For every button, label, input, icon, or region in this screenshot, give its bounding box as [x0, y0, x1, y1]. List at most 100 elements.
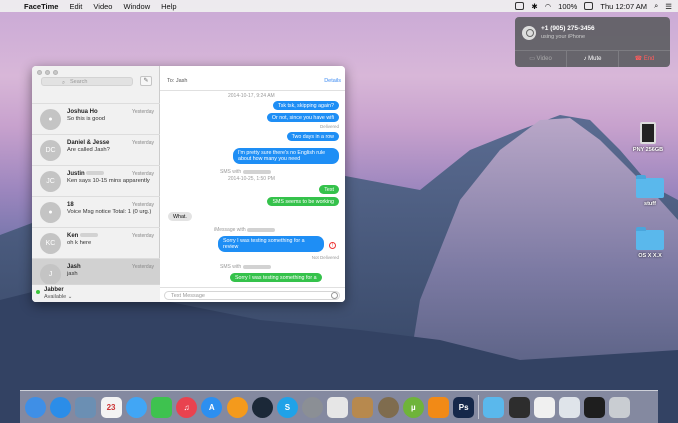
header-divider — [160, 90, 345, 91]
video-button[interactable]: ▭ Video — [515, 51, 567, 67]
timestamp: 2014-10-17, 9:24 AM — [228, 93, 275, 99]
contact-name: Justin — [67, 171, 105, 177]
dock-system-preferences-icon[interactable] — [302, 396, 324, 418]
close-window-button[interactable] — [37, 70, 42, 75]
menu-edit[interactable]: Edit — [69, 2, 82, 11]
dock-app-store-icon[interactable]: A — [201, 396, 223, 418]
imessage-with-label: iMessage with — [214, 227, 276, 233]
contact-name: Ken — [67, 233, 99, 239]
menu-window[interactable]: Window — [123, 2, 150, 11]
clock[interactable]: Thu 12:07 AM — [600, 2, 647, 11]
avatar: JC — [40, 171, 61, 192]
dock-trash-icon[interactable] — [609, 396, 631, 418]
menu-video[interactable]: Video — [93, 2, 112, 11]
list-item-partial[interactable] — [32, 88, 160, 104]
dock-downloads-folder-icon[interactable] — [483, 396, 505, 418]
avatar: DC — [40, 140, 61, 161]
timestamp: 2014-10-25, 1:50 PM — [228, 176, 275, 182]
avatar: KC — [40, 233, 61, 254]
desktop-item-pny[interactable]: PNY 256GB — [626, 122, 670, 153]
dock-itunes-icon[interactable]: ♫ — [176, 396, 198, 418]
not-delivered-warning-icon[interactable]: ! — [329, 242, 336, 249]
dock-preview-doc-icon[interactable] — [533, 396, 555, 418]
folder-icon — [636, 227, 664, 250]
list-item[interactable]: ● Joshua Ho Yesterday So this is good — [32, 104, 160, 135]
dock-finder-icon[interactable] — [25, 396, 46, 418]
list-item[interactable]: JC Justin Yesterday Ken says 10-15 mins … — [32, 166, 160, 197]
dock-calendar-icon[interactable]: 23 — [100, 396, 122, 418]
message-bubble-sent-sms: Test — [319, 185, 339, 195]
desktop-item-stuff[interactable]: stuff — [628, 175, 672, 207]
dock-cardhop-icon[interactable] — [352, 396, 374, 418]
dock-photos-icon[interactable] — [377, 396, 399, 418]
search-input[interactable]: ⌕ Search — [41, 77, 133, 86]
message-bubble-sent: Or not, since you have wifi — [266, 113, 339, 123]
sd-card-icon — [640, 122, 656, 144]
account-status[interactable]: Jabber Available ⌄ — [32, 284, 160, 302]
dock-ibooks-icon[interactable] — [226, 396, 248, 418]
details-button[interactable]: Details — [324, 78, 341, 84]
spotlight-icon[interactable]: ⌕ — [654, 1, 658, 11]
notification-center-icon[interactable]: ☰ — [665, 2, 672, 11]
end-call-button[interactable]: ☎ End — [619, 51, 670, 67]
phone-hangup-icon: ☎ — [634, 56, 644, 62]
message-bubble-sent: Two days in a row — [286, 132, 339, 142]
notification-actions: ▭ Video ♪ Mute ☎ End — [515, 50, 670, 67]
list-item[interactable]: DC Daniel & Jesse Yesterday Are called J… — [32, 135, 160, 166]
avatar: ● — [40, 202, 61, 223]
conversation-list: ● Joshua Ho Yesterday So this is good DC… — [32, 88, 160, 290]
messages-window: ⌕ Search ✎ ● Joshua Ho Yesterday So this… — [32, 66, 345, 302]
dock-steam-icon[interactable] — [251, 396, 273, 418]
dock-utorrent-icon[interactable]: µ — [402, 396, 424, 418]
minimize-window-button[interactable] — [45, 70, 50, 75]
dock-separator — [478, 395, 480, 419]
dock-messages-icon[interactable] — [125, 396, 147, 418]
recipient-field[interactable]: To: Jash — [167, 78, 188, 84]
caller-avatar-icon — [522, 26, 536, 40]
avatar: J — [40, 264, 61, 285]
dock-photoshop-icon[interactable]: Ps — [453, 396, 475, 418]
menu-app-name[interactable]: FaceTime — [24, 2, 58, 11]
sms-with-label: SMS with — [220, 169, 271, 175]
bluetooth-icon[interactable]: ✱ — [531, 2, 537, 11]
message-bubble-received: What. — [168, 212, 192, 222]
status-select[interactable]: Available ⌄ — [44, 294, 72, 300]
facetime-call-notification[interactable]: +1 (905) 275-3456 using your iPhone ▭ Vi… — [515, 17, 670, 67]
dock-safari-icon[interactable] — [50, 396, 72, 418]
cloud-icon[interactable] — [515, 2, 525, 10]
search-icon: ⌕ — [62, 80, 66, 86]
dock-textedit-icon[interactable] — [327, 396, 349, 418]
mute-button[interactable]: ♪ Mute — [567, 51, 619, 67]
dock-screenshots-icon[interactable] — [558, 396, 580, 418]
dock-preview-icon[interactable] — [75, 396, 97, 418]
dock-facetime-icon[interactable] — [150, 396, 172, 418]
dock-vlc-icon[interactable] — [428, 396, 449, 418]
battery-icon[interactable] — [584, 2, 594, 10]
menu-bar: FaceTime Edit Video Window Help ✱ ◠ 100%… — [0, 0, 678, 12]
list-item[interactable]: KC Ken Yesterday oh k here — [32, 228, 160, 259]
dock-skype-icon[interactable]: S — [276, 396, 298, 418]
message-bubble-sent: Tsk tsk, skipping again? — [273, 101, 339, 111]
video-camera-icon: ▭ — [529, 56, 537, 62]
message-input-bar: Text Message — [160, 287, 345, 302]
conversation-sidebar: ⌕ Search ✎ ● Joshua Ho Yesterday So this… — [32, 66, 160, 302]
caller-subtitle: using your iPhone — [541, 34, 586, 40]
dock: 23 ♫ A Sµ Ps — [20, 390, 658, 423]
chat-panel: To: Jash Details 2014-10-17, 9:24 AM Tsk… — [160, 66, 345, 302]
message-bubble-sent: I'm pretty sure there's no English rule … — [233, 148, 339, 164]
dock-terminal-icon[interactable] — [584, 396, 606, 418]
chat-header: To: Jash Details — [160, 75, 345, 91]
wifi-icon[interactable]: ◠ — [545, 2, 552, 11]
folder-icon — [636, 175, 664, 198]
emoji-icon[interactable] — [331, 292, 338, 299]
zoom-window-button[interactable] — [53, 70, 58, 75]
message-input[interactable]: Text Message — [164, 291, 340, 300]
battery-percent[interactable]: 100% — [558, 2, 577, 11]
menu-help[interactable]: Help — [161, 2, 176, 11]
avatar: ● — [40, 109, 61, 130]
compose-button[interactable]: ✎ — [140, 76, 152, 86]
compose-icon: ✎ — [143, 78, 149, 84]
desktop-item-osx[interactable]: OS X X.X — [628, 227, 672, 259]
dock-sd-card-icon[interactable] — [508, 396, 530, 418]
list-item[interactable]: ● 18 Yesterday Voice Msg notice Total: 1… — [32, 197, 160, 228]
